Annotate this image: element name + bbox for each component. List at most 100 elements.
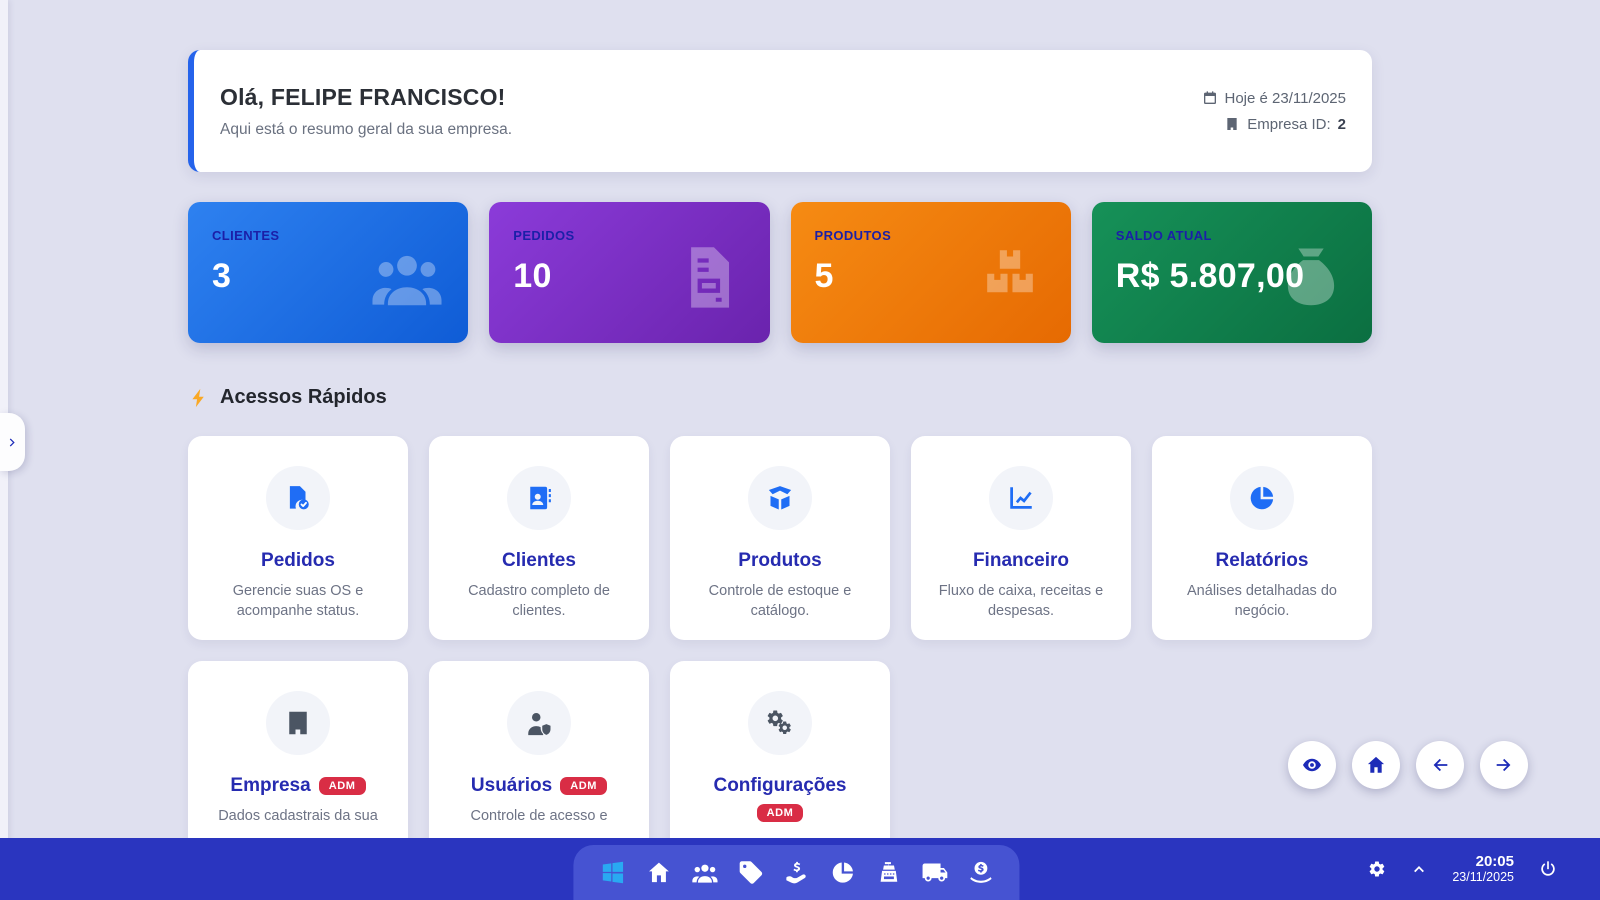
quick-access-heading: Acessos Rápidos bbox=[188, 386, 387, 409]
today-line: Hoje é 23/11/2025 bbox=[1202, 90, 1347, 107]
hand-dollar-icon bbox=[783, 859, 810, 886]
quick-access-card-description: Análises detalhadas do negócio. bbox=[1174, 581, 1350, 621]
home-icon bbox=[645, 859, 672, 886]
taskbar-cash-register-button[interactable] bbox=[871, 858, 905, 888]
chevron-right-icon bbox=[6, 436, 19, 449]
pie-chart-icon bbox=[1247, 483, 1277, 513]
stat-card-pedidos: PEDIDOS10 bbox=[489, 202, 769, 343]
quick-access-card-description: Dados cadastrais da sua bbox=[210, 806, 386, 826]
quick-access-card-description: Controle de estoque e catálogo. bbox=[692, 581, 868, 621]
chart-line-icon bbox=[1006, 483, 1036, 513]
quick-access-card-produtos[interactable]: Produtos Controle de estoque e catálogo. bbox=[670, 436, 890, 640]
users-group-icon bbox=[691, 859, 718, 886]
quick-access-card-title: Clientes bbox=[502, 550, 576, 572]
quick-access-card-description: Cadastro completo de clientes. bbox=[451, 581, 627, 621]
quick-access-card-pedidos[interactable]: Pedidos Gerencie suas OS e acompanhe stat… bbox=[188, 436, 408, 640]
calendar-icon bbox=[1202, 90, 1218, 106]
stat-card-clientes: CLIENTES3 bbox=[188, 202, 468, 343]
taskbar-tray: 20:05 23/11/2025 bbox=[1368, 838, 1558, 900]
forward-button[interactable] bbox=[1480, 741, 1528, 789]
boxes-icon bbox=[973, 240, 1047, 314]
power-icon bbox=[1538, 859, 1558, 879]
today-text: Hoje é 23/11/2025 bbox=[1225, 90, 1347, 107]
quick-access-grid: Pedidos Gerencie suas OS e acompanhe stat… bbox=[188, 436, 1372, 865]
home-icon bbox=[1365, 754, 1387, 776]
taskbar-windows-button[interactable] bbox=[595, 858, 629, 888]
company-id-prefix: Empresa ID: bbox=[1247, 116, 1330, 133]
quick-access-card-description: Fluxo de caixa, receitas e despesas. bbox=[933, 581, 1109, 621]
adm-badge: ADM bbox=[560, 777, 607, 795]
taskbar-settings-button[interactable] bbox=[1368, 860, 1386, 878]
quick-access-card-relatorios[interactable]: Relatórios Análises detalhadas do negócio… bbox=[1152, 436, 1372, 640]
bolt-icon bbox=[188, 387, 210, 409]
tag-icon bbox=[737, 859, 764, 886]
taskbar-collapse-button[interactable] bbox=[1410, 860, 1428, 878]
floating-nav bbox=[1288, 741, 1528, 789]
quick-access-title: Acessos Rápidos bbox=[220, 386, 387, 409]
quick-access-card-empresa[interactable]: Empresa ADM Dados cadastrais da sua bbox=[188, 661, 408, 865]
taskbar-truck-button[interactable] bbox=[917, 858, 951, 888]
adm-badge: ADM bbox=[319, 777, 366, 795]
quick-access-card-title: Configurações bbox=[713, 775, 846, 797]
quick-access-card-title: Produtos bbox=[738, 550, 821, 572]
quick-access-card-title: Relatórios bbox=[1216, 550, 1309, 572]
eye-button[interactable] bbox=[1288, 741, 1336, 789]
quick-access-card-configuracoes[interactable]: Configurações ADM bbox=[670, 661, 890, 865]
taskbar-users-group-button[interactable] bbox=[687, 858, 721, 888]
person-shield-icon bbox=[524, 708, 554, 738]
home-button[interactable] bbox=[1352, 741, 1400, 789]
company-id-line: Empresa ID: 2 bbox=[1224, 116, 1346, 133]
pie-chart-icon bbox=[829, 859, 856, 886]
welcome-meta-block: Hoje é 23/11/2025 Empresa ID: 2 bbox=[1202, 90, 1373, 133]
cash-register-icon bbox=[875, 859, 902, 886]
invoice-icon bbox=[672, 240, 746, 314]
coin-hand-icon bbox=[967, 859, 994, 886]
back-button[interactable] bbox=[1416, 741, 1464, 789]
arrow-left-icon bbox=[1429, 754, 1451, 776]
quick-access-card-title: Empresa bbox=[230, 775, 310, 797]
users-group-icon bbox=[370, 240, 444, 314]
arrow-right-icon bbox=[1493, 754, 1515, 776]
building-icon bbox=[1224, 116, 1240, 132]
greeting-subtitle: Aqui está o resumo geral da sua empresa. bbox=[220, 121, 512, 139]
stat-card-saldo-atual: SALDO ATUALR$ 5.807,00 bbox=[1092, 202, 1372, 343]
adm-badge: ADM bbox=[757, 804, 804, 822]
quick-access-card-title: Financeiro bbox=[973, 550, 1069, 572]
welcome-text-block: Olá, FELIPE FRANCISCO! Aqui está o resum… bbox=[194, 84, 512, 139]
quick-access-card-title: Pedidos bbox=[261, 550, 335, 572]
building-icon bbox=[283, 708, 313, 738]
chevron-up-icon bbox=[1410, 860, 1428, 878]
gears-icon bbox=[765, 708, 795, 738]
welcome-card: Olá, FELIPE FRANCISCO! Aqui está o resum… bbox=[188, 50, 1372, 172]
stats-row: CLIENTES3PEDIDOS10PRODUTOS5SALDO ATUALR$… bbox=[188, 202, 1372, 343]
dashboard-screen: Olá, FELIPE FRANCISCO! Aqui está o resum… bbox=[0, 0, 1600, 900]
contact-card-icon bbox=[524, 483, 554, 513]
quick-access-card-description: Controle de acesso e bbox=[451, 806, 627, 826]
quick-access-card-description: Gerencie suas OS e acompanhe status. bbox=[210, 581, 386, 621]
quick-access-card-title: Usuários bbox=[471, 775, 552, 797]
stat-card-produtos: PRODUTOS5 bbox=[791, 202, 1071, 343]
open-box-icon bbox=[765, 483, 795, 513]
taskbar-coin-hand-button[interactable] bbox=[963, 858, 997, 888]
gear-icon bbox=[1368, 860, 1386, 878]
quick-access-card-clientes[interactable]: Clientes Cadastro completo de clientes. bbox=[429, 436, 649, 640]
company-id-value: 2 bbox=[1338, 116, 1346, 133]
greeting-title: Olá, FELIPE FRANCISCO! bbox=[220, 84, 512, 111]
taskbar-clock: 20:05 23/11/2025 bbox=[1452, 853, 1514, 885]
truck-icon bbox=[921, 859, 948, 886]
taskbar-hand-dollar-button[interactable] bbox=[779, 858, 813, 888]
money-bag-icon bbox=[1274, 240, 1348, 314]
quick-access-card-financeiro[interactable]: Financeiro Fluxo de caixa, receitas e des… bbox=[911, 436, 1131, 640]
windows-icon bbox=[599, 859, 626, 886]
taskbar-home-button[interactable] bbox=[641, 858, 675, 888]
taskbar-tag-button[interactable] bbox=[733, 858, 767, 888]
taskbar: 20:05 23/11/2025 bbox=[0, 838, 1600, 900]
file-check-icon bbox=[283, 483, 313, 513]
clock-date: 23/11/2025 bbox=[1452, 870, 1514, 884]
taskbar-power-button[interactable] bbox=[1538, 859, 1558, 879]
taskbar-dock bbox=[573, 845, 1019, 900]
clock-time: 20:05 bbox=[1452, 853, 1514, 870]
sidebar-expand-handle[interactable] bbox=[0, 413, 25, 471]
taskbar-pie-chart-button[interactable] bbox=[825, 858, 859, 888]
quick-access-card-usuarios[interactable]: Usuários ADM Controle de acesso e bbox=[429, 661, 649, 865]
